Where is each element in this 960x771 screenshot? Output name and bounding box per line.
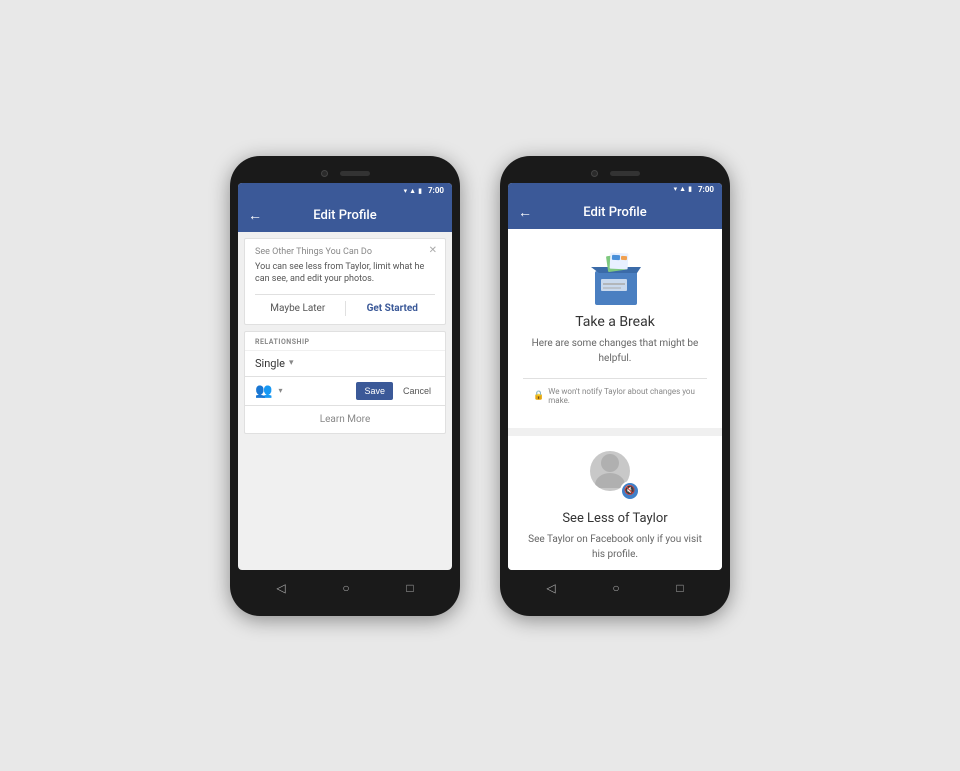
learn-more-text[interactable]: Learn More bbox=[320, 414, 371, 425]
bottom-nav-right: ◁ ○ □ bbox=[508, 570, 722, 606]
take-break-section: Take a Break Here are some changes that … bbox=[508, 229, 722, 428]
see-less-desc: See Taylor on Facebook only if you visit… bbox=[523, 532, 707, 562]
box-svg bbox=[585, 249, 655, 309]
take-break-title: Take a Break bbox=[575, 314, 655, 330]
cancel-button[interactable]: Cancel bbox=[399, 382, 435, 400]
back-button-left[interactable]: ← bbox=[248, 207, 262, 224]
speaker-right bbox=[610, 171, 640, 176]
front-camera-right bbox=[591, 170, 598, 177]
notification-title: See Other Things You Can Do bbox=[255, 247, 435, 257]
app-header-right: ← Edit Profile bbox=[508, 196, 722, 229]
page-title-right: Edit Profile bbox=[540, 205, 690, 220]
lock-icon: 🔒 bbox=[533, 391, 544, 401]
partner-row: 👥 ▾ Save Cancel bbox=[245, 377, 445, 406]
dropdown-arrow-icon: ▾ bbox=[289, 358, 294, 368]
status-bar-right: ▾ ▲ ▮ 7:00 bbox=[508, 183, 722, 196]
notification-card: See Other Things You Can Do You can see … bbox=[244, 238, 446, 325]
bottom-nav-left: ◁ ○ □ bbox=[238, 570, 452, 606]
avatar-mute-container: 🔇 bbox=[590, 451, 640, 501]
see-less-section: 🔇 See Less of Taylor See Taylor on Faceb… bbox=[508, 428, 722, 570]
relationship-value: Single bbox=[255, 357, 285, 370]
learn-more-row: Learn More bbox=[245, 406, 445, 433]
mute-badge: 🔇 bbox=[620, 481, 640, 501]
box-illustration bbox=[585, 249, 645, 304]
back-button-right[interactable]: ← bbox=[518, 204, 532, 221]
relationship-section: RELATIONSHIP Single ▾ 👥 ▾ Save Cancel Le… bbox=[244, 331, 446, 434]
front-camera-left bbox=[321, 170, 328, 177]
status-time-right: 7:00 bbox=[698, 185, 714, 194]
home-nav-button-right[interactable]: ○ bbox=[612, 581, 619, 595]
status-icons-left: ▾ ▲ ▮ 7:00 bbox=[404, 186, 444, 195]
page-title-left: Edit Profile bbox=[270, 208, 420, 223]
signal-icon: ▲ bbox=[409, 187, 416, 195]
right-phone: ▾ ▲ ▮ 7:00 ← Edit Profile bbox=[500, 156, 730, 616]
back-nav-button-right[interactable]: ◁ bbox=[546, 581, 555, 595]
take-break-desc: Here are some changes that might be help… bbox=[523, 336, 707, 366]
phone-top-bar-right bbox=[508, 166, 722, 183]
see-less-title: See Less of Taylor bbox=[562, 511, 667, 526]
partner-dropdown-icon: ▾ bbox=[278, 386, 282, 395]
people-icon: 👥 bbox=[255, 383, 272, 399]
battery-icon-right: ▮ bbox=[688, 185, 692, 193]
home-nav-button-left[interactable]: ○ bbox=[342, 581, 349, 595]
privacy-text: We won't notify Taylor about changes you… bbox=[548, 387, 697, 405]
signal-icon-right: ▲ bbox=[679, 185, 686, 193]
phone-top-bar-left bbox=[238, 166, 452, 183]
get-started-button[interactable]: Get Started bbox=[350, 301, 436, 316]
app-header-left: ← Edit Profile bbox=[238, 199, 452, 232]
left-phone: ▾ ▲ ▮ 7:00 ← Edit Profile See Other Thin… bbox=[230, 156, 460, 616]
speaker-left bbox=[340, 171, 370, 176]
relationship-label: RELATIONSHIP bbox=[245, 332, 445, 351]
wifi-icon: ▾ bbox=[404, 187, 408, 195]
notification-actions: Maybe Later Get Started bbox=[255, 294, 435, 316]
right-screen: ▾ ▲ ▮ 7:00 ← Edit Profile bbox=[508, 183, 722, 570]
save-button[interactable]: Save bbox=[356, 382, 393, 400]
notification-body: You can see less from Taylor, limit what… bbox=[255, 261, 435, 286]
close-icon[interactable]: ✕ bbox=[429, 245, 437, 256]
battery-icon: ▮ bbox=[418, 187, 422, 195]
privacy-note: 🔒 We won't notify Taylor about changes y… bbox=[523, 378, 707, 413]
vertical-divider bbox=[345, 301, 346, 316]
status-icons-right: ▾ ▲ ▮ 7:00 bbox=[674, 185, 714, 194]
person-svg bbox=[595, 453, 625, 488]
left-screen: ▾ ▲ ▮ 7:00 ← Edit Profile See Other Thin… bbox=[238, 183, 452, 570]
back-nav-button-left[interactable]: ◁ bbox=[276, 581, 285, 595]
status-bar-left: ▾ ▲ ▮ 7:00 bbox=[238, 183, 452, 199]
status-time-left: 7:00 bbox=[428, 186, 444, 195]
recent-nav-button-left[interactable]: □ bbox=[406, 581, 413, 595]
recent-nav-button-right[interactable]: □ bbox=[676, 581, 683, 595]
wifi-icon-right: ▾ bbox=[674, 185, 678, 193]
mute-icon: 🔇 bbox=[624, 486, 635, 496]
maybe-later-button[interactable]: Maybe Later bbox=[255, 301, 341, 316]
relationship-status-row[interactable]: Single ▾ bbox=[245, 351, 445, 377]
